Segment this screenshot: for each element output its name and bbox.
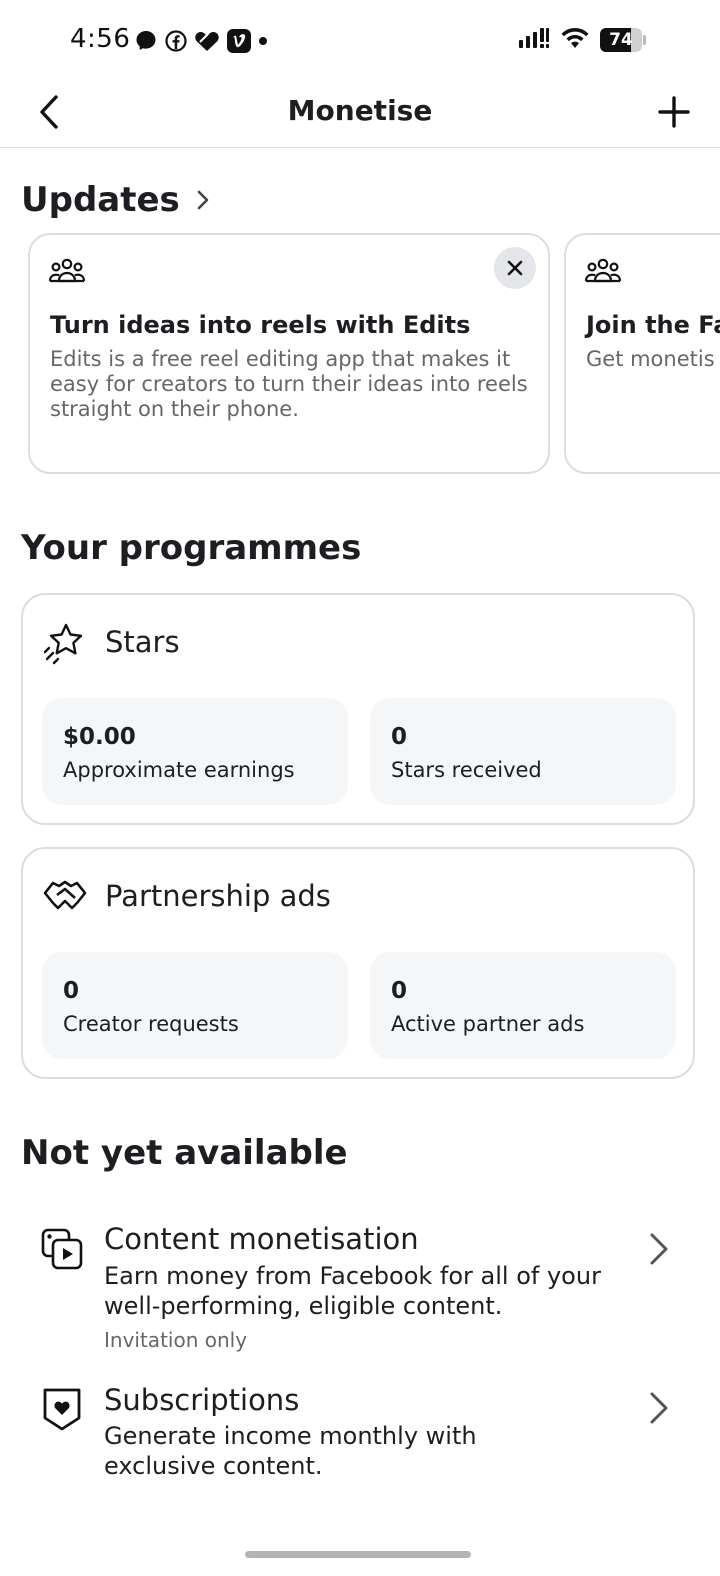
group-icon [48, 258, 86, 283]
list-item-note: Invitation only [104, 1328, 248, 1352]
handshake-icon [43, 880, 87, 910]
updates-header-link[interactable]: Updates [21, 180, 210, 220]
subscription-badge-icon [43, 1388, 81, 1431]
list-item-title: Content monetisation [104, 1222, 419, 1256]
programme-card-partnership-ads[interactable]: Partnership ads 0 Creator requests 0 Act… [21, 847, 695, 1079]
battery-level: 74 [609, 30, 633, 50]
chevron-right-icon [650, 1233, 668, 1265]
facebook-icon [164, 29, 188, 53]
plus-icon [658, 96, 690, 128]
status-time: 4:56 [70, 24, 131, 54]
update-body: Edits is a free reel editing app that ma… [50, 347, 528, 421]
close-icon [507, 260, 523, 276]
update-title: Join the Fa [586, 311, 720, 339]
updates-heading: Updates [21, 180, 180, 220]
wifi-icon [560, 26, 590, 54]
list-item-subscriptions[interactable]: Subscriptions Generate income monthly wi… [0, 1378, 720, 1488]
not-available-heading: Not yet available [21, 1133, 348, 1173]
programmes-heading: Your programmes [21, 528, 362, 568]
programme-name: Stars [105, 625, 180, 659]
stat-value: 0 [391, 724, 408, 750]
list-item-description: Generate income monthly with exclusive c… [104, 1422, 477, 1480]
stat-label: Active partner ads [391, 1012, 585, 1036]
stat-label: Stars received [391, 758, 542, 782]
top-app-bar: Monetise [0, 80, 720, 148]
page-title: Monetise [287, 94, 433, 127]
programme-card-stars[interactable]: Stars $0.00 Approximate earnings 0 Stars… [21, 593, 695, 825]
stat-label: Approximate earnings [63, 758, 295, 782]
update-card[interactable]: Join the Fa Get monetis and more fro [564, 233, 720, 474]
dot-icon [258, 36, 268, 46]
update-body: Get monetis and more fro [586, 347, 720, 371]
list-item-content-monetisation[interactable]: Content monetisation Earn money from Fac… [0, 1215, 720, 1360]
stat-stars-received: 0 Stars received [370, 698, 676, 805]
stat-approximate-earnings: $0.00 Approximate earnings [42, 698, 348, 805]
heart-icon [194, 29, 220, 53]
list-item-title: Subscriptions [104, 1383, 300, 1417]
battery-icon: 74 [600, 28, 646, 52]
status-bar: 4:56 74 [0, 0, 720, 80]
dismiss-update-button[interactable] [494, 247, 536, 289]
add-button[interactable] [650, 88, 698, 136]
stat-active-partner-ads: 0 Active partner ads [370, 952, 676, 1059]
chevron-right-icon [650, 1392, 668, 1424]
stat-label: Creator requests [63, 1012, 239, 1036]
update-title: Turn ideas into reels with Edits [50, 311, 471, 339]
system-icons: 74 [518, 26, 646, 54]
stat-value: $0.00 [63, 724, 136, 750]
home-indicator[interactable] [245, 1551, 471, 1558]
messenger-icon [134, 29, 158, 53]
stat-creator-requests: 0 Creator requests [42, 952, 348, 1059]
list-item-description: Earn money from Facebook for all of your… [104, 1262, 601, 1320]
vimeo-icon [226, 28, 252, 54]
star-icon [43, 623, 83, 665]
group-icon [584, 258, 622, 283]
content-play-icon [41, 1228, 83, 1270]
stat-value: 0 [391, 978, 408, 1004]
update-card[interactable]: Turn ideas into reels with Edits Edits i… [28, 233, 550, 474]
stat-value: 0 [63, 978, 80, 1004]
notification-icons [134, 28, 268, 54]
programme-name: Partnership ads [105, 879, 331, 913]
signal-icon [518, 26, 550, 54]
updates-carousel[interactable]: Turn ideas into reels with Edits Edits i… [0, 233, 720, 475]
chevron-right-icon [197, 190, 209, 210]
